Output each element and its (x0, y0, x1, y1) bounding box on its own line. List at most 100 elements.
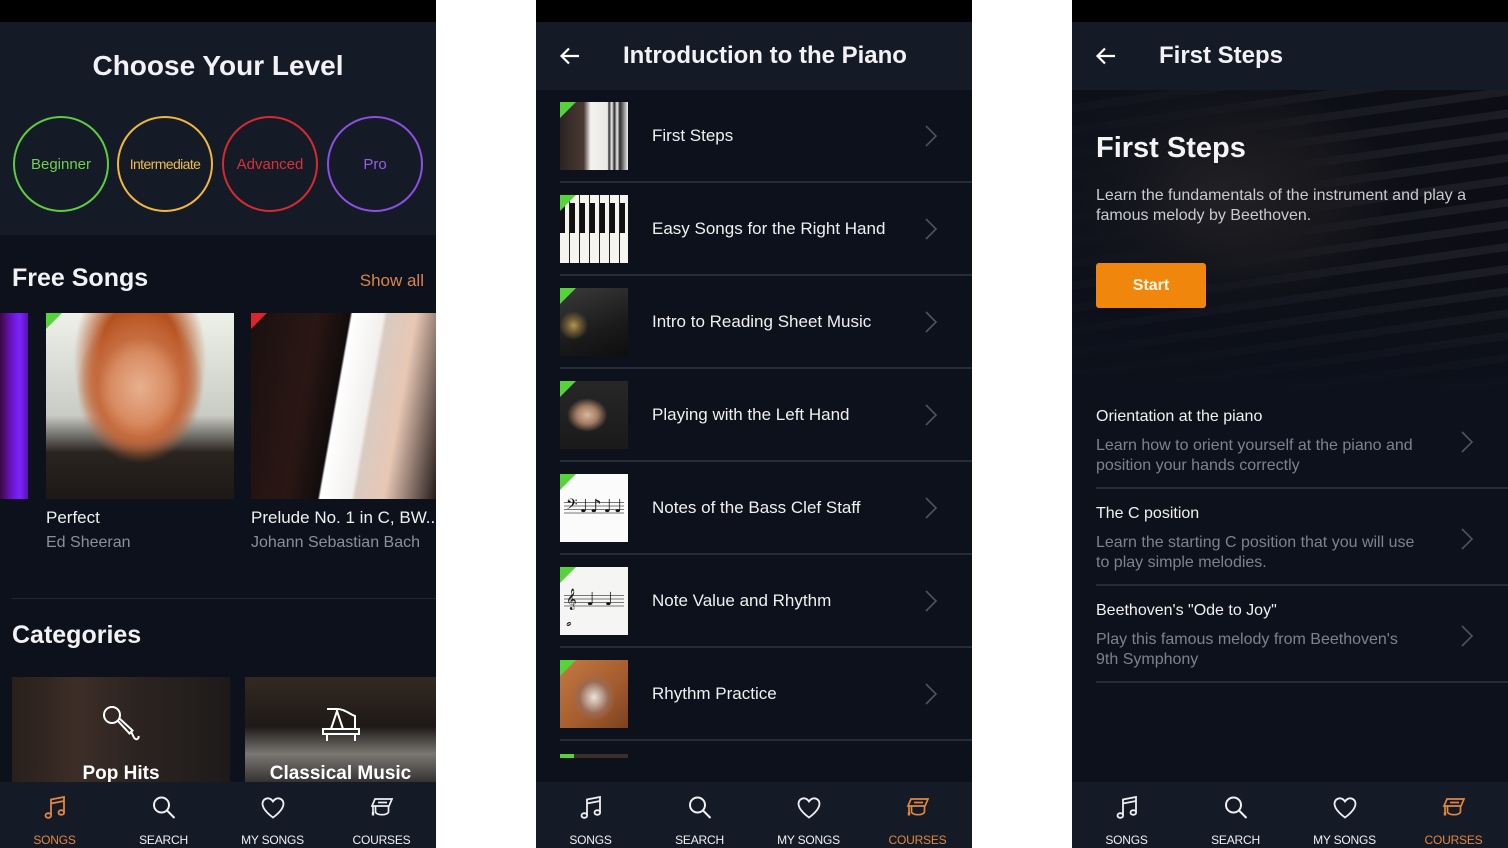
nav-my-songs[interactable]: MY SONGS (218, 782, 327, 848)
nav-label: MY SONGS (777, 833, 840, 847)
categories-heading: Categories (12, 621, 142, 649)
lesson-row[interactable]: Easy Songs for the Right Hand (536, 183, 972, 276)
chevron-right-icon (924, 589, 938, 613)
nav-search[interactable]: SEARCH (1181, 782, 1290, 848)
page-title: First Steps (1159, 42, 1284, 69)
nav-label: COURSES (1424, 833, 1483, 847)
level-beginner-button[interactable]: Beginner (13, 116, 109, 212)
nav-label: SONGS (33, 833, 76, 847)
completed-flag-icon (560, 195, 576, 211)
app-bar: First Steps (1072, 22, 1508, 90)
lesson-thumbnail (560, 660, 628, 728)
lesson-row[interactable]: First Steps (536, 90, 972, 183)
heart-icon (259, 794, 287, 822)
lesson-thumbnail: 𝄞 ♩ ♩ 𝅗 (560, 567, 628, 635)
music-note-icon (577, 794, 605, 822)
step-list: Orientation at the piano Learn how to or… (1072, 392, 1508, 683)
show-all-link[interactable]: Show all (360, 271, 424, 291)
chevron-right-icon (924, 682, 938, 706)
step-row[interactable]: Beethoven's "Ode to Joy" Play this famou… (1072, 586, 1508, 683)
music-note-icon (41, 794, 69, 822)
step-row[interactable]: The C position Learn the starting C posi… (1072, 489, 1508, 586)
song-artwork (251, 313, 436, 499)
nav-search[interactable]: SEARCH (109, 782, 218, 848)
lesson-row[interactable]: 𝄢♩♪♩♩ Notes of the Bass Clef Staff (536, 462, 972, 555)
nav-songs[interactable]: SONGS (1072, 782, 1181, 848)
nav-songs[interactable]: SONGS (0, 782, 109, 848)
nav-label: SEARCH (675, 833, 724, 847)
screen-songs: Choose Your Level Beginner Intermediate … (0, 0, 436, 848)
courses-icon (1440, 794, 1468, 822)
lesson-progress-bar (560, 754, 628, 758)
lesson-row[interactable]: Rhythm Practice (536, 648, 972, 741)
completed-flag-icon (560, 102, 576, 118)
category-classical-music[interactable]: Classical Music (245, 677, 436, 787)
step-description: Learn the starting C position that you w… (1096, 534, 1415, 571)
chevron-right-icon (924, 403, 938, 427)
nav-search[interactable]: SEARCH (645, 782, 754, 848)
nav-courses[interactable]: COURSES (327, 782, 436, 848)
level-pro-button[interactable]: Pro (327, 116, 423, 212)
grand-piano-icon (319, 703, 363, 747)
step-title: Orientation at the piano (1096, 408, 1263, 425)
level-advanced-button[interactable]: Advanced (222, 116, 318, 212)
hero-description: Learn the fundamentals of the instrument… (1096, 187, 1467, 224)
lesson-thumbnail (560, 288, 628, 356)
lesson-row[interactable]: Intro to Reading Sheet Music (536, 276, 972, 369)
treble-clef-notes-icon: 𝄞 ♩ ♩ 𝅗 (566, 589, 616, 631)
nav-label: COURSES (352, 833, 411, 847)
completed-flag-icon (560, 381, 576, 397)
song-card[interactable]: Perfect Ed Sheeran (46, 313, 234, 552)
search-icon (150, 794, 178, 822)
chevron-right-icon (1460, 430, 1474, 454)
nav-courses[interactable]: COURSES (1399, 782, 1508, 848)
step-row[interactable]: Orientation at the piano Learn how to or… (1072, 392, 1508, 489)
song-title: Prelude No. 1 in C, BW... (251, 508, 436, 527)
completed-flag-icon (560, 567, 576, 583)
lesson-title: Note Value and Rhythm (652, 591, 832, 610)
section-divider (12, 598, 436, 599)
level-title: Choose Your Level (92, 50, 344, 81)
back-arrow-icon[interactable] (558, 44, 582, 68)
nav-courses[interactable]: COURSES (863, 782, 972, 848)
nav-label: MY SONGS (1313, 833, 1376, 847)
bottom-nav: SONGS SEARCH MY SONGS COURSES (0, 782, 436, 848)
step-description: Play this famous melody from Beethoven's… (1096, 631, 1398, 668)
lesson-row[interactable]: Playing with the Left Hand (536, 369, 972, 462)
lesson-hero: First Steps Learn the fundamentals of th… (1072, 90, 1508, 390)
start-button[interactable]: Start (1096, 263, 1206, 308)
heart-icon (795, 794, 823, 822)
chevron-right-icon (924, 310, 938, 334)
lesson-list: First Steps Easy Songs for the Right Han… (536, 90, 972, 741)
app-bar: Introduction to the Piano (536, 22, 972, 90)
nav-label: MY SONGS (241, 833, 304, 847)
lesson-row[interactable]: 𝄞 ♩ ♩ 𝅗 Note Value and Rhythm (536, 555, 972, 648)
nav-label: SEARCH (139, 833, 188, 847)
bottom-nav: SONGS SEARCH MY SONGS COURSES (536, 782, 972, 848)
status-bar (536, 0, 972, 22)
chevron-right-icon (924, 124, 938, 148)
search-icon (1222, 794, 1250, 822)
lesson-title: Playing with the Left Hand (652, 405, 850, 424)
completed-flag-icon (560, 474, 576, 490)
completed-flag-icon (560, 660, 576, 676)
category-pop-hits[interactable]: Pop Hits (12, 677, 230, 787)
music-note-icon (1113, 794, 1141, 822)
lesson-thumbnail (560, 195, 628, 263)
lesson-title: Easy Songs for the Right Hand (652, 219, 886, 238)
nav-songs[interactable]: SONGS (536, 782, 645, 848)
microphone-icon (99, 703, 143, 747)
song-artwork (46, 313, 234, 499)
level-intermediate-button[interactable]: Intermediate (117, 116, 213, 212)
song-card-partial[interactable] (0, 313, 28, 499)
nav-my-songs[interactable]: MY SONGS (1290, 782, 1399, 848)
chevron-right-icon (924, 496, 938, 520)
screen-lesson: First Steps First Steps Learn the fundam… (1072, 0, 1508, 848)
bass-clef-notes-icon: 𝄢♩♪♩♩ (566, 496, 625, 517)
back-arrow-icon[interactable] (1094, 44, 1118, 68)
nav-my-songs[interactable]: MY SONGS (754, 782, 863, 848)
step-title: Beethoven's "Ode to Joy" (1096, 602, 1277, 619)
song-card[interactable]: Prelude No. 1 in C, BW... Johann Sebasti… (251, 313, 436, 552)
free-flag-icon (251, 313, 267, 329)
step-title: The C position (1096, 505, 1200, 522)
